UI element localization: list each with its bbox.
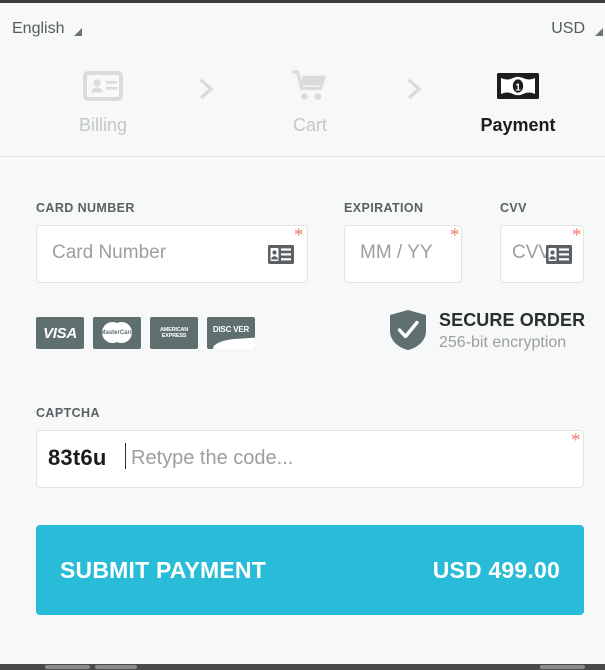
step-payment[interactable]: 1 Payment — [453, 66, 583, 135]
chevron-right-icon — [404, 78, 426, 100]
amex-line-2: EXPRESS — [161, 333, 187, 339]
expiration-label: EXPIRATION — [344, 201, 424, 215]
secure-order-subtitle: 256-bit encryption — [439, 334, 567, 351]
scrollbar-thumb-left[interactable] — [45, 665, 90, 669]
cvv-label: CVV — [500, 201, 527, 215]
top-bar: English USD — [0, 0, 605, 52]
shield-check-icon — [389, 309, 427, 356]
step-payment-label: Payment — [480, 115, 556, 135]
language-selector[interactable]: English — [12, 20, 83, 38]
credit-card-icon — [546, 245, 572, 269]
step-billing-label: Billing — [78, 115, 128, 135]
cvv-required-marker: * — [572, 225, 582, 246]
visa-logo-icon: VISA — [36, 317, 84, 349]
svg-text:1: 1 — [515, 82, 521, 93]
discover-logo-text: DISC VER — [212, 325, 250, 334]
mastercard-logo-icon: MasterCard — [93, 317, 141, 349]
captcha-required-marker: * — [571, 430, 581, 451]
scrollbar-thumb-mid[interactable] — [95, 665, 137, 669]
text-cursor-icon — [125, 443, 126, 469]
payment-form: CARD NUMBER Card Number * EXPIRATION MM … — [0, 157, 605, 635]
secure-order-text: SECURE ORDER 256-bit encryption — [439, 309, 585, 353]
chevron-right-icon — [196, 78, 218, 100]
visa-logo-text: VISA — [43, 324, 77, 342]
captcha-placeholder: Retype the code... — [131, 447, 294, 469]
shopping-cart-icon — [245, 66, 375, 106]
id-card-icon — [38, 66, 168, 106]
banknote-icon: 1 — [453, 66, 583, 106]
scrollbar-thumb-right[interactable] — [540, 665, 585, 669]
expiration-required-marker: * — [450, 225, 460, 246]
credit-card-icon — [268, 245, 294, 269]
accepted-card-brands: VISA MasterCard AMERICAN EXPRESS DISC VE… — [36, 317, 255, 349]
amex-line-1: AMERICAN — [159, 326, 189, 333]
card-number-label: CARD NUMBER — [36, 201, 135, 215]
language-label: English — [12, 20, 65, 37]
submit-payment-amount: USD 499.00 — [432, 556, 560, 583]
captcha-input[interactable] — [36, 430, 584, 488]
submit-payment-button[interactable]: SUBMIT PAYMENT USD 499.00 — [36, 525, 584, 615]
amex-logo-text: AMERICAN EXPRESS — [160, 327, 188, 340]
currency-selector[interactable]: USD — [551, 20, 603, 38]
discover-swoosh-shape — [212, 337, 255, 349]
card-number-placeholder: Card Number — [52, 242, 167, 263]
submit-payment-label: SUBMIT PAYMENT — [60, 556, 266, 583]
mastercard-logo-text: MasterCard — [100, 330, 134, 336]
amex-logo-icon: AMERICAN EXPRESS — [150, 317, 198, 349]
caret-down-icon — [595, 28, 603, 36]
card-number-required-marker: * — [294, 225, 304, 246]
secure-order-title: SECURE ORDER — [439, 310, 586, 330]
expiration-placeholder: MM / YY — [360, 242, 433, 263]
bottom-scrollbar[interactable] — [0, 664, 605, 670]
checkout-steps: Billing Cart 1 Payment — [0, 52, 605, 157]
step-cart-label: Cart — [292, 115, 327, 135]
currency-label: USD — [551, 20, 585, 37]
checkout-payment-page: English USD Billing Cart 1 Payment CARD … — [0, 0, 605, 670]
caret-down-icon — [74, 28, 83, 36]
step-cart[interactable]: Cart — [245, 66, 375, 135]
discover-logo-icon: DISC VER — [207, 317, 255, 349]
secure-order-badge: SECURE ORDER 256-bit encryption — [389, 309, 585, 356]
captcha-label: CAPTCHA — [36, 406, 100, 420]
step-billing[interactable]: Billing — [38, 66, 168, 135]
captcha-code-text: 83t6u — [48, 445, 107, 470]
